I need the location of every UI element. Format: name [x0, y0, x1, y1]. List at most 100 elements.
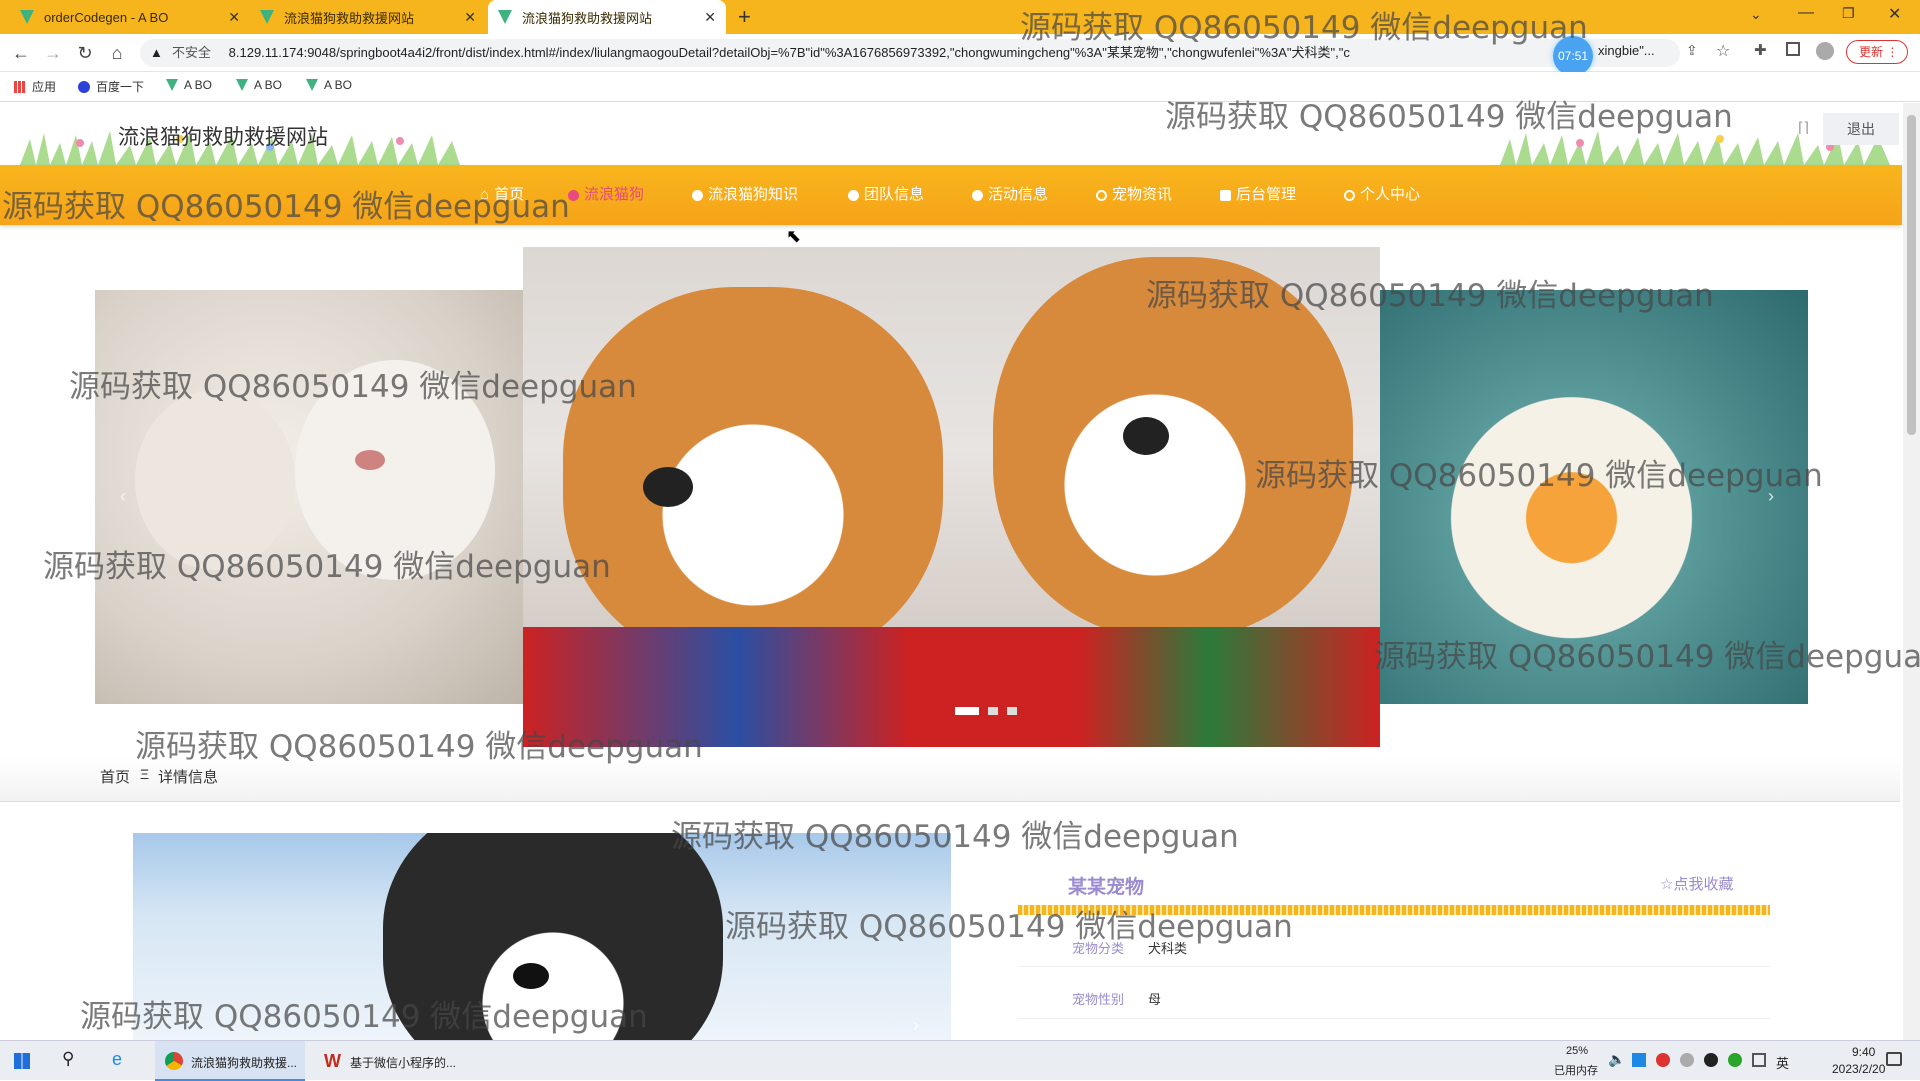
chrome-icon: [165, 1052, 183, 1070]
minimize-icon[interactable]: —: [1798, 4, 1814, 22]
vue-favicon-icon: [20, 10, 34, 24]
home-icon[interactable]: ⌂: [106, 42, 128, 64]
bookmark-item[interactable]: A BO: [306, 78, 352, 92]
pet-name: 某某宠物: [1068, 877, 1145, 898]
forward-icon[interactable]: →: [42, 42, 64, 64]
mouse-cursor-icon: ⬉: [786, 226, 802, 246]
browser-tab[interactable]: orderCodegen - A BO ✕: [10, 0, 250, 34]
vue-favicon-icon: [260, 10, 274, 24]
scrollbar-thumb[interactable]: [1907, 115, 1916, 435]
bookmark-item[interactable]: 百度一下: [78, 78, 144, 95]
watermark-text: 源码获取 QQ86050149 微信deepguan: [671, 819, 1239, 855]
nav-team-info[interactable]: 团队信息: [848, 165, 924, 225]
carousel-slide-kittens[interactable]: [95, 290, 535, 704]
user-icon: [1344, 189, 1355, 201]
tray-app-icon[interactable]: [1656, 1053, 1670, 1067]
taskbar-app-doc[interactable]: W 基于微信小程序的...: [318, 1041, 468, 1081]
ie-browser-icon[interactable]: e: [112, 1049, 122, 1070]
tray-app-icon[interactable]: [1728, 1053, 1742, 1067]
menu-toggle-icon[interactable]: ⌈⌉: [1798, 119, 1809, 136]
warning-icon[interactable]: ▲: [150, 39, 163, 67]
update-button[interactable]: 更新 ⋮: [1846, 40, 1908, 64]
tray-app-icon[interactable]: [1680, 1053, 1694, 1067]
gear-icon: [1096, 189, 1107, 201]
back-icon[interactable]: ←: [10, 42, 32, 64]
browser-tab[interactable]: 流浪猫狗救助救援网站 ✕: [250, 0, 486, 34]
watermark-text: 源码获取 QQ86050149 微信deepguan: [43, 549, 611, 585]
image-next-icon[interactable]: ›: [913, 1015, 919, 1036]
field-label: 宠物性别: [1072, 992, 1125, 1007]
info-icon: [848, 189, 859, 201]
tab-title: orderCodegen - A BO: [44, 9, 169, 25]
site-title: 流浪猫狗救助救援网站: [118, 126, 328, 149]
watermark-text: 源码获取 QQ86050149 微信deepguan: [1146, 278, 1714, 314]
reload-icon[interactable]: ↻: [74, 42, 96, 64]
field-divider: [1018, 1018, 1770, 1019]
search-icon[interactable]: ⚲: [62, 1049, 74, 1069]
carousel-indicator[interactable]: [1007, 707, 1017, 715]
vue-favicon-icon: [306, 79, 318, 91]
carousel-indicator-active[interactable]: [955, 707, 979, 715]
tab-search-icon[interactable]: ⌄: [1750, 6, 1762, 23]
page-scrollbar[interactable]: [1903, 103, 1920, 1040]
favorite-button[interactable]: ☆点我收藏: [1660, 873, 1733, 894]
watermark-text: 源码获取 QQ86050149 微信deepguan: [1255, 458, 1823, 494]
watermark-text: 源码获取 QQ86050149 微信deepguan: [69, 369, 637, 405]
close-tab-icon[interactable]: ✕: [704, 9, 716, 26]
browser-tab-active[interactable]: 流浪猫狗救助救援网站 ✕: [488, 0, 726, 34]
carousel-prev-icon[interactable]: ‹: [120, 486, 126, 507]
nav-pet-news[interactable]: 宠物资讯: [1096, 165, 1172, 225]
field-divider: [1018, 966, 1770, 967]
bookmark-item[interactable]: A BO: [236, 78, 282, 92]
carousel-indicator[interactable]: [988, 707, 998, 715]
nav-user-center[interactable]: 个人中心: [1344, 165, 1420, 225]
vue-favicon-icon: [166, 79, 178, 91]
info-icon: [972, 189, 983, 201]
carousel-slide-corgis[interactable]: [523, 247, 1380, 747]
tray-app-icon[interactable]: [1632, 1053, 1646, 1067]
new-tab-button[interactable]: +: [738, 4, 751, 30]
vue-favicon-icon: [236, 79, 248, 91]
profile-avatar-icon[interactable]: [1816, 42, 1834, 60]
bookmark-item[interactable]: A BO: [166, 78, 212, 92]
watermark-text: 源码获取 QQ86050149 微信deepguan: [1165, 99, 1733, 135]
browser-tab-bar: orderCodegen - A BO ✕ 流浪猫狗救助救援网站 ✕ 流浪猫狗救…: [0, 0, 1920, 34]
close-tab-icon[interactable]: ✕: [464, 9, 476, 26]
ime-indicator[interactable]: 英: [1776, 1053, 1789, 1072]
breadcrumb-home[interactable]: 首页: [100, 766, 130, 787]
memory-label: 已用内存: [1554, 1065, 1598, 1077]
share-icon[interactable]: ⇪: [1686, 42, 1698, 59]
security-label: 不安全: [172, 45, 212, 60]
apps-grid-icon: [14, 80, 26, 93]
address-toolbar: ← → ↻ ⌂ ▲ 不安全 8.129.11.174:9048/springbo…: [0, 34, 1920, 76]
breadcrumb-separator: Ξ: [140, 766, 150, 782]
url-text: 8.129.11.174:9048/springboot4a4i2/front/…: [228, 45, 1350, 60]
watermark-text: 源码获取 QQ86050149 微信deepguan: [1020, 10, 1588, 46]
vue-favicon-icon: [498, 10, 512, 24]
bookmark-item[interactable]: 应用: [14, 78, 56, 95]
clock-date[interactable]: 2023/2/20: [1832, 1062, 1885, 1076]
close-window-icon[interactable]: ✕: [1888, 4, 1901, 24]
volume-icon[interactable]: 🔈: [1608, 1051, 1625, 1068]
clock-time[interactable]: 9:40: [1852, 1045, 1875, 1059]
bookmark-star-icon[interactable]: ☆: [1716, 41, 1730, 61]
windows-start-icon[interactable]: [14, 1053, 30, 1069]
close-tab-icon[interactable]: ✕: [228, 9, 240, 26]
sidebar-icon[interactable]: [1786, 42, 1800, 56]
baidu-paw-icon: [78, 80, 90, 93]
restore-icon[interactable]: ❐: [1842, 5, 1855, 22]
network-icon[interactable]: [1752, 1053, 1766, 1067]
extensions-icon[interactable]: ✚: [1754, 41, 1767, 59]
taskbar-app-chrome[interactable]: 流浪猫狗救助救援...: [155, 1041, 305, 1081]
nav-activity-info[interactable]: 活动信息: [972, 165, 1048, 225]
qq-icon[interactable]: [1704, 1053, 1718, 1067]
watermark-text: 源码获取 QQ86050149 微信deepguan: [1374, 639, 1920, 675]
watermark-text: 源码获取 QQ86050149 微信deepguan: [725, 909, 1293, 945]
notification-icon[interactable]: [1886, 1052, 1902, 1066]
info-icon: [692, 189, 703, 201]
nav-pet-knowledge[interactable]: 流浪猫狗知识: [692, 165, 798, 225]
nav-admin[interactable]: 后台管理: [1220, 165, 1296, 225]
nav-stray-pets[interactable]: 流浪猫狗: [568, 165, 644, 225]
logout-button[interactable]: 退出: [1823, 113, 1899, 145]
watermark-text: 源码获取 QQ86050149 微信deepguan: [135, 729, 703, 765]
